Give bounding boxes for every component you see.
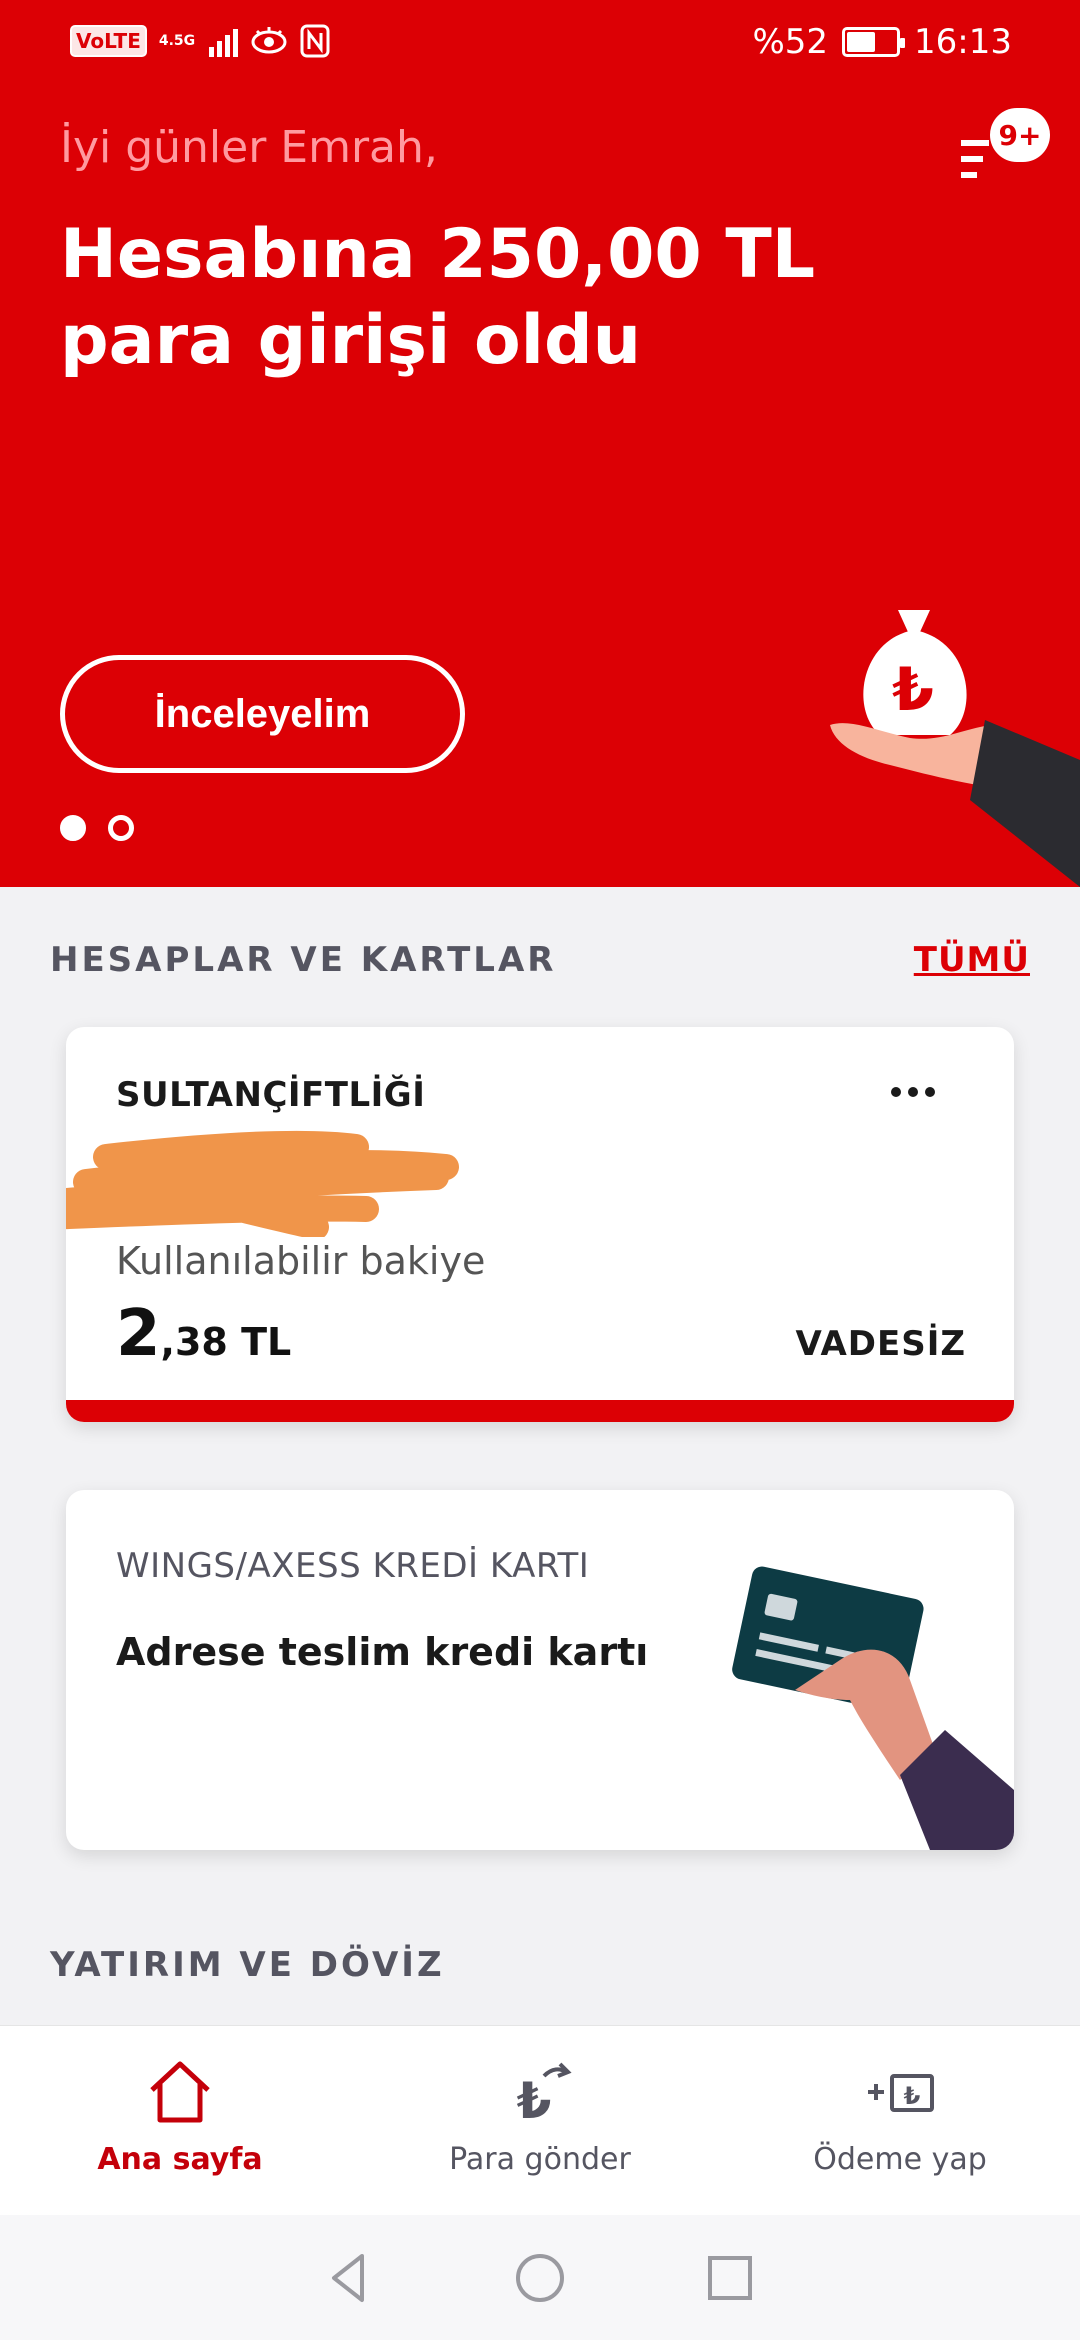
credit-card-hand-illustration: [732, 1566, 1014, 1850]
back-icon[interactable]: [320, 2248, 380, 2308]
credit-card-offer[interactable]: WINGS/AXESS KREDİ KARTI Adrese teslim kr…: [66, 1490, 1014, 1850]
nfc-icon: [300, 24, 330, 58]
review-button[interactable]: İnceleyelim: [60, 655, 465, 773]
hero-title: Hesabına 250,00 TL para girişi oldu: [60, 215, 816, 380]
balance-amount: 2,38 TL: [116, 1297, 291, 1371]
home-circle-icon[interactable]: [510, 2248, 570, 2308]
carousel-indicator[interactable]: [60, 815, 134, 841]
nav-payment[interactable]: ₺ Ödeme yap: [720, 2026, 1080, 2215]
see-all-link[interactable]: TÜMÜ: [914, 940, 1030, 980]
volte-icon: VoLTE: [70, 25, 147, 57]
greeting-text: İyi günler Emrah,: [60, 122, 438, 173]
carousel-dot-2[interactable]: [108, 815, 134, 841]
account-type: VADESİZ: [795, 1324, 966, 1364]
redacted-scribble: [66, 1130, 459, 1237]
accounts-section-title: HESAPLAR VE KARTLAR: [50, 940, 557, 980]
battery-icon: [842, 27, 906, 57]
nav-home-label: Ana sayfa: [97, 2142, 263, 2177]
send-money-icon: ₺: [517, 2062, 572, 2128]
money-bag-hand-illustration: ₺: [830, 610, 1080, 887]
eye-comfort-icon: [251, 27, 287, 54]
nav-send-money[interactable]: ₺ Para gönder: [360, 2026, 720, 2215]
nav-send-money-label: Para gönder: [449, 2142, 631, 2177]
status-bar: VoLTE 4.5G %52 16:13: [0, 0, 1080, 92]
clock: 16:13: [914, 22, 1012, 62]
system-navigation-bar: [0, 2215, 1080, 2340]
svg-text:₺: ₺: [904, 2082, 921, 2110]
more-options-icon[interactable]: [891, 1087, 935, 1097]
nav-home[interactable]: Ana sayfa: [0, 2026, 360, 2215]
credit-card-label: WINGS/AXESS KREDİ KARTI: [116, 1546, 590, 1586]
nav-payment-label: Ödeme yap: [813, 2142, 987, 2177]
balance-integer: 2: [116, 1297, 161, 1371]
hero-banner[interactable]: VoLTE 4.5G %52 16:13 İyi günler Emrah, 9…: [0, 0, 1080, 887]
notification-badge[interactable]: 9+: [990, 108, 1050, 162]
account-card[interactable]: SULTANÇİFTLİĞİ Kullanılabilir bakiye 2,3…: [66, 1027, 1014, 1422]
network-type: 4.5G: [158, 33, 196, 49]
battery-percent: %52: [752, 22, 829, 62]
credit-card-description: Adrese teslim kredi kartı: [116, 1630, 649, 1674]
balance-decimal: ,38 TL: [160, 1320, 292, 1364]
investment-section-title: YATIRIM VE DÖVİZ: [50, 1945, 445, 1985]
carousel-dot-1[interactable]: [60, 815, 86, 841]
signal-icon: [209, 25, 239, 57]
home-icon: [150, 2061, 210, 2123]
bottom-navigation: Ana sayfa ₺ Para gönder ₺ Ödeme yap: [0, 2025, 1080, 2215]
payment-icon: ₺: [868, 2074, 934, 2112]
recent-apps-icon[interactable]: [700, 2248, 760, 2308]
available-balance-label: Kullanılabilir bakiye: [116, 1239, 486, 1283]
svg-text:₺: ₺: [517, 2072, 552, 2128]
account-name: SULTANÇİFTLİĞİ: [116, 1075, 426, 1115]
svg-text:₺: ₺: [892, 655, 934, 725]
